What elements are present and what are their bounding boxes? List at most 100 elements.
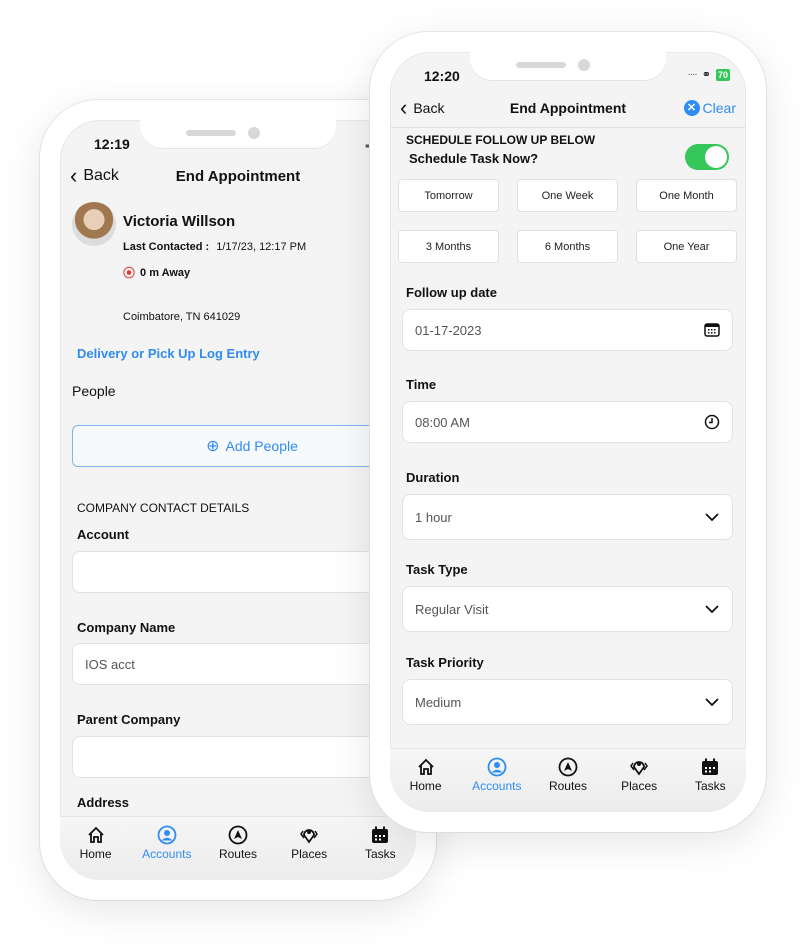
people-heading: People [72, 383, 116, 399]
nav-bar: ‹ Back End Appointment ✕ Cl [60, 156, 416, 196]
time-input[interactable]: 08:00 AM [402, 401, 733, 443]
last-contacted: Last Contacted : 1/17/23, 12:17 PM [123, 241, 306, 253]
tab-tasks[interactable]: Tasks [350, 825, 410, 861]
field-label-company-name: Company Name [77, 620, 176, 635]
follow-up-date-label: Follow up date [406, 285, 497, 300]
duration-select[interactable]: 1 hour [402, 494, 733, 540]
section-heading: COMPANY CONTACT DETAILS [77, 501, 250, 515]
right-screen: 12:20 ···· ⚭ 70 ‹ Back End Appointment ✕… [390, 52, 746, 812]
home-icon [417, 758, 434, 775]
last-contacted-label: Last Contacted : [123, 241, 210, 253]
location-pin-icon: ⦿ [123, 266, 136, 280]
log-entry-link[interactable]: Delivery or Pick Up Log Entry [77, 346, 260, 361]
left-screen: 12:19 ▂▃▅ ⚭ ‹ Back End Appointment ✕ Cl … [60, 120, 416, 880]
chevron-down-icon [705, 698, 719, 707]
status-time: 12:19 [94, 136, 130, 152]
time-label: Time [406, 377, 437, 392]
schedule-toggle-label: Schedule Task Now? [409, 151, 539, 166]
status-time: 12:20 [424, 68, 460, 84]
tab-routes[interactable]: Routes [208, 825, 268, 861]
follow-up-date-input[interactable]: 01-17-2023 [402, 309, 733, 351]
tab-label: Tasks [365, 847, 396, 861]
tab-places[interactable]: Places [609, 757, 669, 793]
field-value: IOS acct [85, 656, 135, 672]
distance-value: 0 m Away [140, 266, 191, 279]
link-icon: ⚭ [701, 69, 711, 81]
field-value: Medium [415, 694, 462, 710]
tab-routes[interactable]: Routes [538, 757, 598, 793]
places-icon [300, 829, 319, 844]
option-one-week[interactable]: One Week [517, 179, 618, 212]
tab-label: Routes [548, 779, 587, 793]
chevron-down-icon [705, 605, 719, 614]
tab-home[interactable]: Home [66, 825, 126, 861]
back-label: Back [413, 99, 445, 116]
battery-icon: 70 [715, 68, 730, 81]
task-type-label: Task Type [406, 562, 468, 577]
calendar-icon [372, 826, 389, 843]
account-icon [487, 757, 507, 777]
tab-bar: Home Accounts Routes Places Tasks [390, 748, 746, 812]
contact-name: Victoria Willson [123, 213, 236, 230]
tab-label: Places [621, 779, 658, 793]
task-priority-label: Task Priority [406, 655, 484, 670]
clear-button[interactable]: ✕ Clear [683, 99, 736, 116]
avatar [72, 202, 116, 246]
option-3-months[interactable]: 3 Months [398, 230, 499, 263]
field-value: Regular Visit [415, 601, 489, 617]
back-button[interactable]: ‹ Back [70, 163, 119, 189]
signal-icon: ···· [687, 69, 697, 80]
back-button[interactable]: ‹ Back [400, 95, 444, 121]
calendar-icon [702, 758, 719, 775]
navigation-icon [228, 825, 248, 845]
field-label-account: Account [77, 527, 129, 542]
field-label-parent-company: Parent Company [77, 712, 181, 727]
tab-label: Home [409, 779, 442, 793]
add-people-label: Add People [225, 438, 298, 454]
field-value: 08:00 AM [415, 414, 470, 430]
tab-tasks[interactable]: Tasks [680, 757, 740, 793]
clear-label: Clear [702, 99, 736, 116]
last-contacted-value: 1/17/23, 12:17 PM [216, 241, 307, 253]
task-priority-select[interactable]: Medium [402, 679, 733, 725]
distance: ⦿ 0 m Away [123, 264, 190, 281]
add-people-button[interactable]: ⊕ Add People [72, 425, 416, 467]
task-type-select[interactable]: Regular Visit [402, 586, 733, 632]
tab-label: Accounts [472, 779, 522, 793]
option-one-month[interactable]: One Month [636, 179, 737, 212]
field-value: 1 hour [415, 509, 452, 525]
account-input[interactable] [72, 551, 416, 593]
option-tomorrow[interactable]: Tomorrow [398, 179, 499, 212]
nav-bar: ‹ Back End Appointment ✕ Clear [390, 88, 746, 128]
option-one-year[interactable]: One Year [636, 230, 737, 263]
home-icon [87, 826, 104, 843]
notch [470, 52, 666, 80]
chevron-down-icon [705, 513, 719, 522]
tab-accounts[interactable]: Accounts [467, 757, 527, 793]
tab-home[interactable]: Home [396, 757, 456, 793]
toggle-knob [705, 146, 727, 168]
account-icon [157, 825, 177, 845]
add-person-icon: ⊕ [206, 438, 220, 455]
right-phone: 12:20 ···· ⚭ 70 ‹ Back End Appointment ✕… [370, 32, 766, 832]
chevron-left-icon: ‹ [70, 163, 78, 188]
navigation-icon [558, 757, 578, 777]
duration-label: Duration [406, 470, 460, 485]
chevron-left-icon: ‹ [400, 94, 408, 120]
field-value: 01-17-2023 [415, 322, 482, 338]
tab-accounts[interactable]: Accounts [137, 825, 197, 861]
calendar-icon [704, 323, 720, 337]
contact-address: Coimbatore, TN 641029 [123, 311, 241, 323]
option-6-months[interactable]: 6 Months [517, 230, 618, 263]
tab-bar: Home Accounts Routes Places Tasks [60, 816, 416, 880]
notch [140, 120, 336, 148]
company-name-input[interactable]: IOS acct [72, 643, 416, 685]
schedule-toggle[interactable] [685, 144, 729, 170]
tab-label: Places [291, 847, 328, 861]
close-icon: ✕ [683, 99, 700, 116]
tab-places[interactable]: Places [279, 825, 339, 861]
parent-company-input[interactable] [72, 736, 416, 778]
section-heading: SCHEDULE FOLLOW UP BELOW [406, 133, 596, 147]
back-label: Back [83, 167, 119, 184]
places-icon [630, 761, 649, 776]
